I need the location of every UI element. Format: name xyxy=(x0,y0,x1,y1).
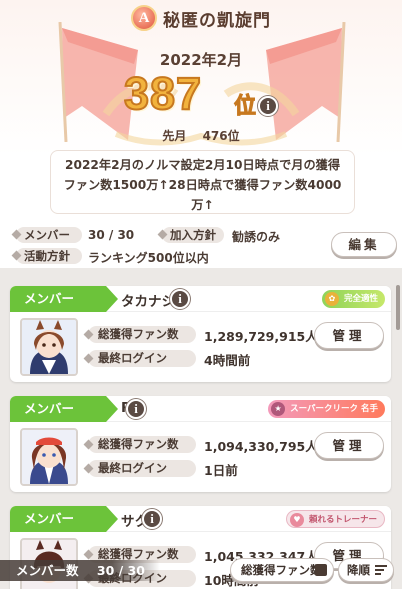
last-month-rank: 先月 476位 xyxy=(0,127,402,144)
last-login-label: 最終ログイン xyxy=(88,350,196,367)
member-list[interactable]: メンバー タカナシ i ✿ 完全適性 総獲得ファン数 1,289,729,915 xyxy=(0,268,402,593)
avatar[interactable] xyxy=(20,318,78,376)
rank-info-icon[interactable]: i xyxy=(258,96,278,116)
trainer-name: タカナシ xyxy=(121,294,175,310)
member-count-value: 30 / 30 xyxy=(88,228,135,242)
member-count-bar: メンバー数 30 / 30 xyxy=(0,560,160,581)
dropdown-icon xyxy=(315,564,327,576)
club-name: 秘匿の凱旋門 xyxy=(163,10,271,31)
scrollbar[interactable] xyxy=(396,285,400,330)
fans-value: 1,094,330,795人 xyxy=(204,439,318,454)
member-role-tag: メンバー xyxy=(10,506,118,532)
activity-policy-label: 活動方針 xyxy=(16,248,82,264)
trainer-info-icon[interactable]: i xyxy=(170,289,190,309)
rank-unit: 位 xyxy=(233,94,257,120)
member-card-header: メンバー サク i ♥ 頼れるトレーナー xyxy=(10,506,391,532)
count-value: 30 / 30 xyxy=(96,563,145,578)
member-card[interactable]: メンバー R i ★ スーパークリーク 名手 総獲得ファン数 1,094,330… xyxy=(10,396,391,492)
manage-button[interactable]: 管理 xyxy=(314,322,384,349)
member-count-label: メンバー xyxy=(16,227,82,243)
last-login-label: 最終ログイン xyxy=(88,460,196,477)
sort-order-icon xyxy=(375,565,387,575)
clover-icon: ✿ xyxy=(324,292,339,306)
sort-key-button[interactable]: 総獲得ファン数 xyxy=(230,558,334,582)
join-policy-value: 勧誘のみ xyxy=(232,230,281,244)
last-login-value: 4時間前 xyxy=(204,353,251,368)
horse-girl-portrait-icon xyxy=(22,320,76,374)
sort-order-label: 降順 xyxy=(347,563,370,577)
member-card-header: メンバー タカナシ i ✿ 完全適性 xyxy=(10,286,391,312)
trainer-info-icon[interactable]: i xyxy=(142,509,162,529)
title-badge: ♥ 頼れるトレーナー xyxy=(285,510,385,528)
hand-icon: ♥ xyxy=(289,513,304,527)
last-month-value: 476位 xyxy=(202,129,240,143)
last-login-value: 1日前 xyxy=(204,463,238,478)
fans-label: 総獲得ファン数 xyxy=(88,326,196,343)
activity-policy-value: ランキング500位以内 xyxy=(88,251,209,265)
sort-key-label: 総獲得ファン数 xyxy=(241,563,322,577)
rank-number: 387 xyxy=(123,67,203,120)
avatar[interactable] xyxy=(20,428,78,486)
character-icon: ★ xyxy=(271,402,286,416)
fans-label: 総獲得ファン数 xyxy=(88,436,196,453)
manage-button[interactable]: 管理 xyxy=(314,432,384,459)
count-label: メンバー数 xyxy=(16,563,79,578)
member-role-tag: メンバー xyxy=(10,396,118,422)
title-badge: ✿ 完全適性 xyxy=(321,290,385,308)
club-header: A 秘匿の凱旋門 2022年2月 387 位 i 先月 476位 2022年2月… xyxy=(0,0,402,222)
member-card[interactable]: メンバー タカナシ i ✿ 完全適性 総獲得ファン数 1,289,729,915 xyxy=(10,286,391,382)
trainer-info-icon[interactable]: i xyxy=(126,399,146,419)
fans-value: 1,289,729,915人 xyxy=(204,329,318,344)
last-month-label: 先月 xyxy=(162,129,187,143)
horse-girl-portrait-icon xyxy=(22,430,76,484)
member-role-tag: メンバー xyxy=(10,286,118,312)
edit-button[interactable]: 編集 xyxy=(331,232,397,257)
join-policy-label: 加入方針 xyxy=(162,227,224,243)
member-card-header: メンバー R i ★ スーパークリーク 名手 xyxy=(10,396,391,422)
title-badge: ★ スーパークリーク 名手 xyxy=(268,400,385,418)
bottom-edge xyxy=(0,589,402,593)
club-norm-message: 2022年2月のノルマ設定2月10日時点で月の獲得ファン数1500万↑28日時点… xyxy=(50,150,355,214)
ranking-month: 2022年2月 xyxy=(159,51,243,69)
sort-order-button[interactable]: 降順 xyxy=(338,558,394,582)
club-rank-icon: A xyxy=(131,5,157,31)
